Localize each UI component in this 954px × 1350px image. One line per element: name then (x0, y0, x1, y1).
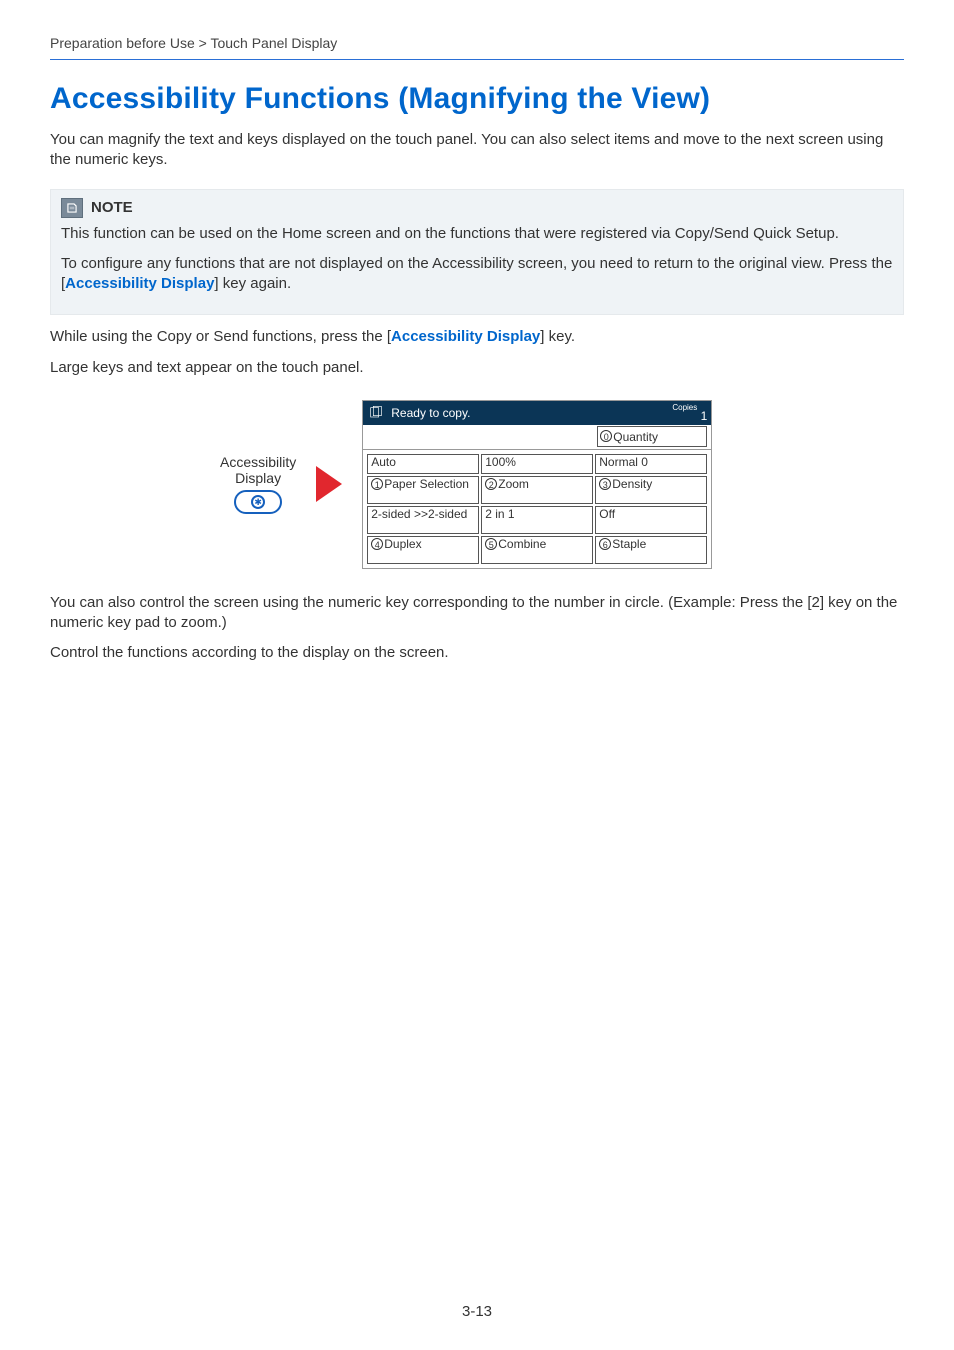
duplex-button[interactable]: 4Duplex (367, 536, 479, 564)
body-para-2: Large keys and text appear on the touch … (50, 358, 904, 378)
panel-header: Ready to copy. Copies 1 (363, 401, 711, 425)
staple-value[interactable]: Off (595, 506, 707, 534)
note-box: NOTE This function can be used on the Ho… (50, 189, 904, 316)
accessibility-display-key[interactable]: Accessibility Display ✱ (220, 454, 296, 514)
combine-button[interactable]: 5Combine (481, 536, 593, 564)
quantity-button[interactable]: 0Quantity (597, 426, 707, 447)
intro-paragraph: You can magnify the text and keys displa… (50, 130, 904, 171)
page-title: Accessibility Functions (Magnifying the … (50, 82, 904, 116)
density-value[interactable]: Normal 0 (595, 454, 707, 474)
figure: Accessibility Display ✱ Ready to copy. C… (220, 400, 904, 569)
note-para-2: To configure any functions that are not … (61, 254, 893, 295)
accessibility-display-link[interactable]: Accessibility Display (391, 328, 540, 345)
zoom-button[interactable]: 2Zoom (481, 476, 593, 504)
divider (50, 59, 904, 60)
combine-value[interactable]: 2 in 1 (481, 506, 593, 534)
paper-value[interactable]: Auto (367, 454, 479, 474)
copy-icon (367, 404, 385, 422)
copies-value: 1 (701, 409, 708, 423)
accessibility-display-link[interactable]: Accessibility Display (65, 275, 214, 292)
key-label-line2: Display (235, 470, 281, 486)
note-para-1: This function can be used on the Home sc… (61, 224, 893, 244)
density-button[interactable]: 3Density (595, 476, 707, 504)
copies-label: Copies (672, 403, 697, 412)
panel-status: Ready to copy. (391, 406, 707, 420)
body-para-4: Control the functions according to the d… (50, 643, 904, 663)
note-title: NOTE (91, 199, 133, 216)
arrow-right-icon (316, 466, 342, 502)
duplex-value[interactable]: 2-sided >>2-sided (367, 506, 479, 534)
accessibility-icon: ✱ (251, 495, 265, 509)
key-label-line1: Accessibility (220, 454, 296, 470)
page-number: 3-13 (0, 1303, 954, 1320)
touch-panel-mock: Ready to copy. Copies 1 0Quantity Auto 1… (362, 400, 712, 569)
zoom-value[interactable]: 100% (481, 454, 593, 474)
note-icon (61, 198, 83, 218)
staple-button[interactable]: 6Staple (595, 536, 707, 564)
breadcrumb: Preparation before Use > Touch Panel Dis… (50, 35, 904, 51)
body-para-1: While using the Copy or Send functions, … (50, 327, 904, 347)
paper-selection-button[interactable]: 1Paper Selection (367, 476, 479, 504)
key-oval: ✱ (234, 490, 282, 514)
body-para-3: You can also control the screen using th… (50, 593, 904, 634)
